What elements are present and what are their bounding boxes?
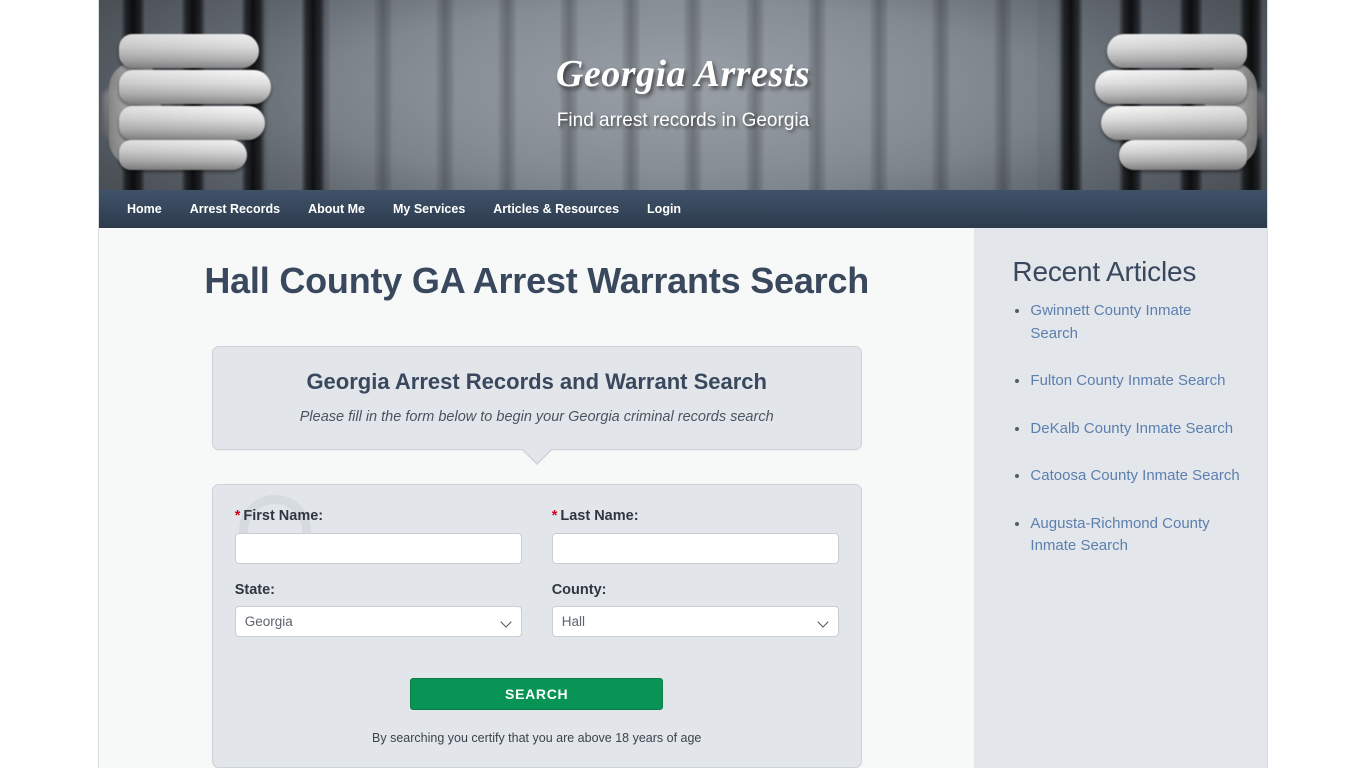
- state-select[interactable]: Georgia: [234, 606, 522, 637]
- sidebar-title: Recent Articles: [1012, 256, 1197, 287]
- sidebar-article-gwinnett[interactable]: Gwinnett County Inmate Search: [1030, 302, 1191, 342]
- first-name-label: * First Name:: [235, 509, 522, 524]
- sidebar-article-dekalb[interactable]: DeKalb County Inmate Search: [1030, 420, 1233, 437]
- list-item: Augusta-Richmond County Inmate Search: [1030, 513, 1241, 558]
- page-root: Georgia Arrests Find arrest records in G…: [0, 0, 1366, 768]
- nav-item-home[interactable]: Home: [113, 192, 176, 227]
- nav-item-login[interactable]: Login: [633, 192, 695, 227]
- callout-subtitle: Please fill in the form below to begin y…: [299, 409, 774, 425]
- nav-item-arrest-records[interactable]: Arrest Records: [176, 192, 294, 227]
- sidebar-article-augusta-richmond[interactable]: Augusta-Richmond County Inmate Search: [1030, 515, 1209, 555]
- required-marker: *: [551, 508, 558, 524]
- callout-title: Georgia Arrest Records and Warrant Searc…: [306, 369, 767, 394]
- site-tagline: Find arrest records in Georgia: [556, 110, 810, 131]
- last-name-field-group: * Last Name:: [551, 509, 839, 564]
- site-container: Georgia Arrests Find arrest records in G…: [98, 0, 1268, 768]
- list-item: Catoosa County Inmate Search: [1030, 465, 1241, 488]
- site-banner: Georgia Arrests Find arrest records in G…: [99, 0, 1267, 190]
- callout-bubble: Georgia Arrest Records and Warrant Searc…: [211, 346, 862, 465]
- recent-articles-list: Gwinnett County Inmate Search Fulton Cou…: [1012, 300, 1241, 558]
- list-item: DeKalb County Inmate Search: [1030, 418, 1241, 441]
- list-item: Gwinnett County Inmate Search: [1030, 300, 1241, 345]
- county-field-group: County: Hall: [551, 581, 839, 637]
- nav-item-about-me[interactable]: About Me: [294, 192, 379, 227]
- sidebar-article-fulton[interactable]: Fulton County Inmate Search: [1030, 372, 1225, 389]
- last-name-label: * Last Name:: [552, 509, 839, 524]
- first-name-label-text: First Name:: [243, 508, 324, 524]
- county-label: County:: [551, 581, 607, 598]
- first-name-field-group: * First Name:: [234, 509, 522, 564]
- form-fields-grid: * First Name: * Last Name: State: Georgi…: [234, 509, 839, 656]
- sidebar: Recent Articles Gwinnett County Inmate S…: [974, 228, 1267, 768]
- callout-pointer: [521, 448, 552, 463]
- required-marker: *: [234, 508, 241, 524]
- sidebar-article-catoosa[interactable]: Catoosa County Inmate Search: [1030, 467, 1239, 484]
- main-navigation: Home Arrest Records About Me My Services…: [99, 190, 1267, 228]
- banner-text-block: Georgia Arrests Find arrest records in G…: [99, 52, 1267, 132]
- main-content: Hall County GA Arrest Warrants Search Ge…: [99, 228, 975, 768]
- county-select-wrapper: Hall: [551, 606, 839, 637]
- state-select-wrapper: Georgia: [234, 606, 522, 637]
- state-field-group: State: Georgia: [234, 581, 522, 637]
- age-disclaimer: By searching you certify that you are ab…: [372, 731, 702, 745]
- last-name-input[interactable]: [551, 532, 839, 564]
- first-name-input[interactable]: [234, 532, 522, 564]
- last-name-label-text: Last Name:: [560, 508, 639, 524]
- list-item: Fulton County Inmate Search: [1030, 370, 1241, 393]
- state-label: State:: [234, 581, 275, 598]
- nav-item-my-services[interactable]: My Services: [379, 192, 479, 227]
- callout-bubble-wrapper: Georgia Arrest Records and Warrant Searc…: [211, 346, 862, 465]
- search-button[interactable]: SEARCH: [410, 678, 664, 710]
- site-title: Georgia Arrests: [555, 53, 811, 95]
- nav-item-articles-resources[interactable]: Articles & Resources: [479, 192, 633, 227]
- page-title: Hall County GA Arrest Warrants Search: [204, 260, 870, 301]
- county-select[interactable]: Hall: [551, 606, 839, 637]
- content-row: Hall County GA Arrest Warrants Search Ge…: [99, 228, 1267, 768]
- search-form: * First Name: * Last Name: State: Georgi…: [211, 484, 862, 768]
